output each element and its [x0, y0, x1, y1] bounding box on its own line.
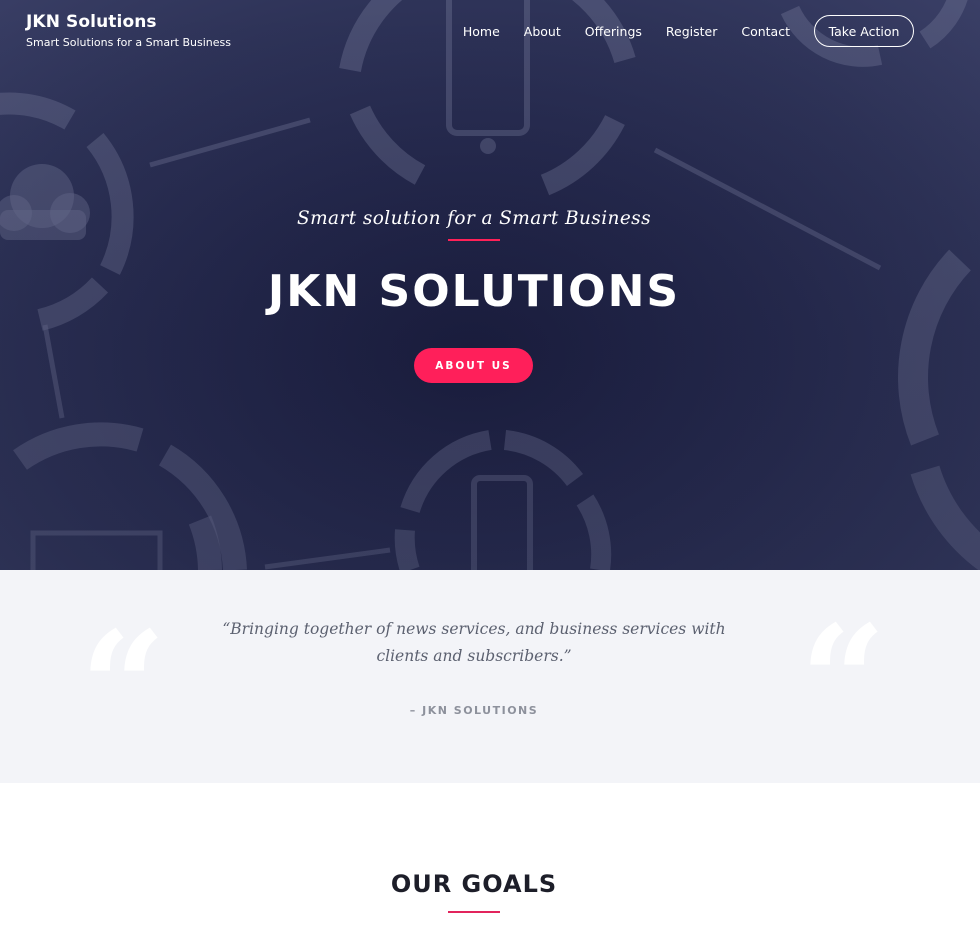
quote-close-icon: “: [800, 593, 887, 769]
quote-section: “ “ “Bringing together of news services,…: [0, 570, 980, 783]
hero-title: JKN SOLUTIONS: [267, 266, 681, 317]
hero-subtitle: Smart solution for a Smart Business: [297, 208, 651, 229]
about-us-button[interactable]: ABOUT US: [414, 348, 533, 383]
hero-divider: [448, 239, 500, 241]
goals-divider: [448, 911, 500, 913]
quote-open-icon: “: [80, 599, 167, 775]
quote-text: “Bringing together of news services, and…: [222, 620, 726, 665]
hero-section: JKN Solutions Smart Solutions for a Smar…: [0, 0, 980, 570]
quote-author: – JKN SOLUTIONS: [409, 704, 539, 717]
hero-content: Smart solution for a Smart Business JKN …: [0, 0, 980, 570]
goals-heading: OUR GOALS: [390, 870, 558, 898]
